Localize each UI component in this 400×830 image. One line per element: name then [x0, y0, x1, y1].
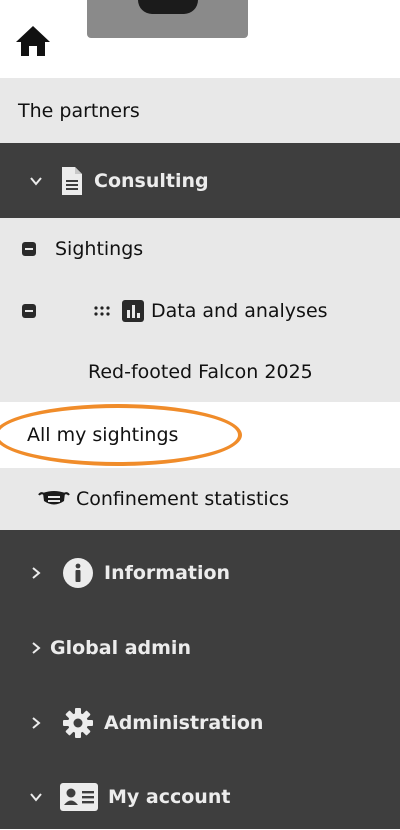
menu-item-label: Sightings [55, 238, 144, 260]
collapse-icon [22, 304, 36, 318]
menu-section-consulting[interactable]: Consulting [0, 143, 400, 218]
menu-section-label: My account [108, 786, 231, 808]
home-icon[interactable] [14, 24, 52, 58]
id-card-icon [60, 783, 98, 811]
highlight-ellipse [0, 404, 242, 466]
menu-section-administration[interactable]: Administration [0, 690, 400, 756]
mask-icon [38, 491, 70, 505]
user-avatar-icon [138, 0, 198, 14]
document-icon [62, 166, 82, 195]
menu-item-data-analyses[interactable]: Data and analyses [0, 280, 400, 342]
menu-section-my-account[interactable]: My account [0, 764, 400, 830]
menu-section-label: Administration [104, 712, 264, 734]
drag-handle-icon[interactable] [94, 305, 110, 317]
menu-item-label: Confinement statistics [76, 488, 290, 510]
menu-section-label: Consulting [94, 169, 209, 192]
gear-icon [63, 708, 93, 738]
menu-item-label: Data and analyses [151, 300, 328, 322]
menu-section-label: Information [104, 562, 231, 584]
menu-item-sightings[interactable]: Sightings [0, 218, 400, 280]
menu-section-information[interactable]: Information [0, 540, 400, 606]
menu-item-confinement-statistics[interactable]: Confinement statistics [0, 468, 400, 530]
chevron-right-icon [32, 567, 41, 579]
menu-item-partners[interactable]: The partners [0, 78, 400, 143]
user-avatar[interactable] [87, 0, 248, 38]
collapse-icon [22, 242, 36, 256]
info-icon [63, 558, 93, 588]
menu-section-label: Global admin [50, 637, 191, 659]
menu-item-label: The partners [18, 99, 140, 122]
chevron-right-icon [32, 642, 41, 654]
menu-item-red-footed-falcon[interactable]: Red-footed Falcon 2025 [0, 342, 400, 402]
chevron-down-icon [30, 176, 42, 186]
chevron-down-icon [30, 793, 42, 802]
bar-chart-icon [122, 300, 144, 322]
chevron-right-icon [32, 717, 41, 729]
menu-section-global-admin[interactable]: Global admin [0, 620, 400, 676]
menu-item-label: Red-footed Falcon 2025 [88, 361, 313, 383]
